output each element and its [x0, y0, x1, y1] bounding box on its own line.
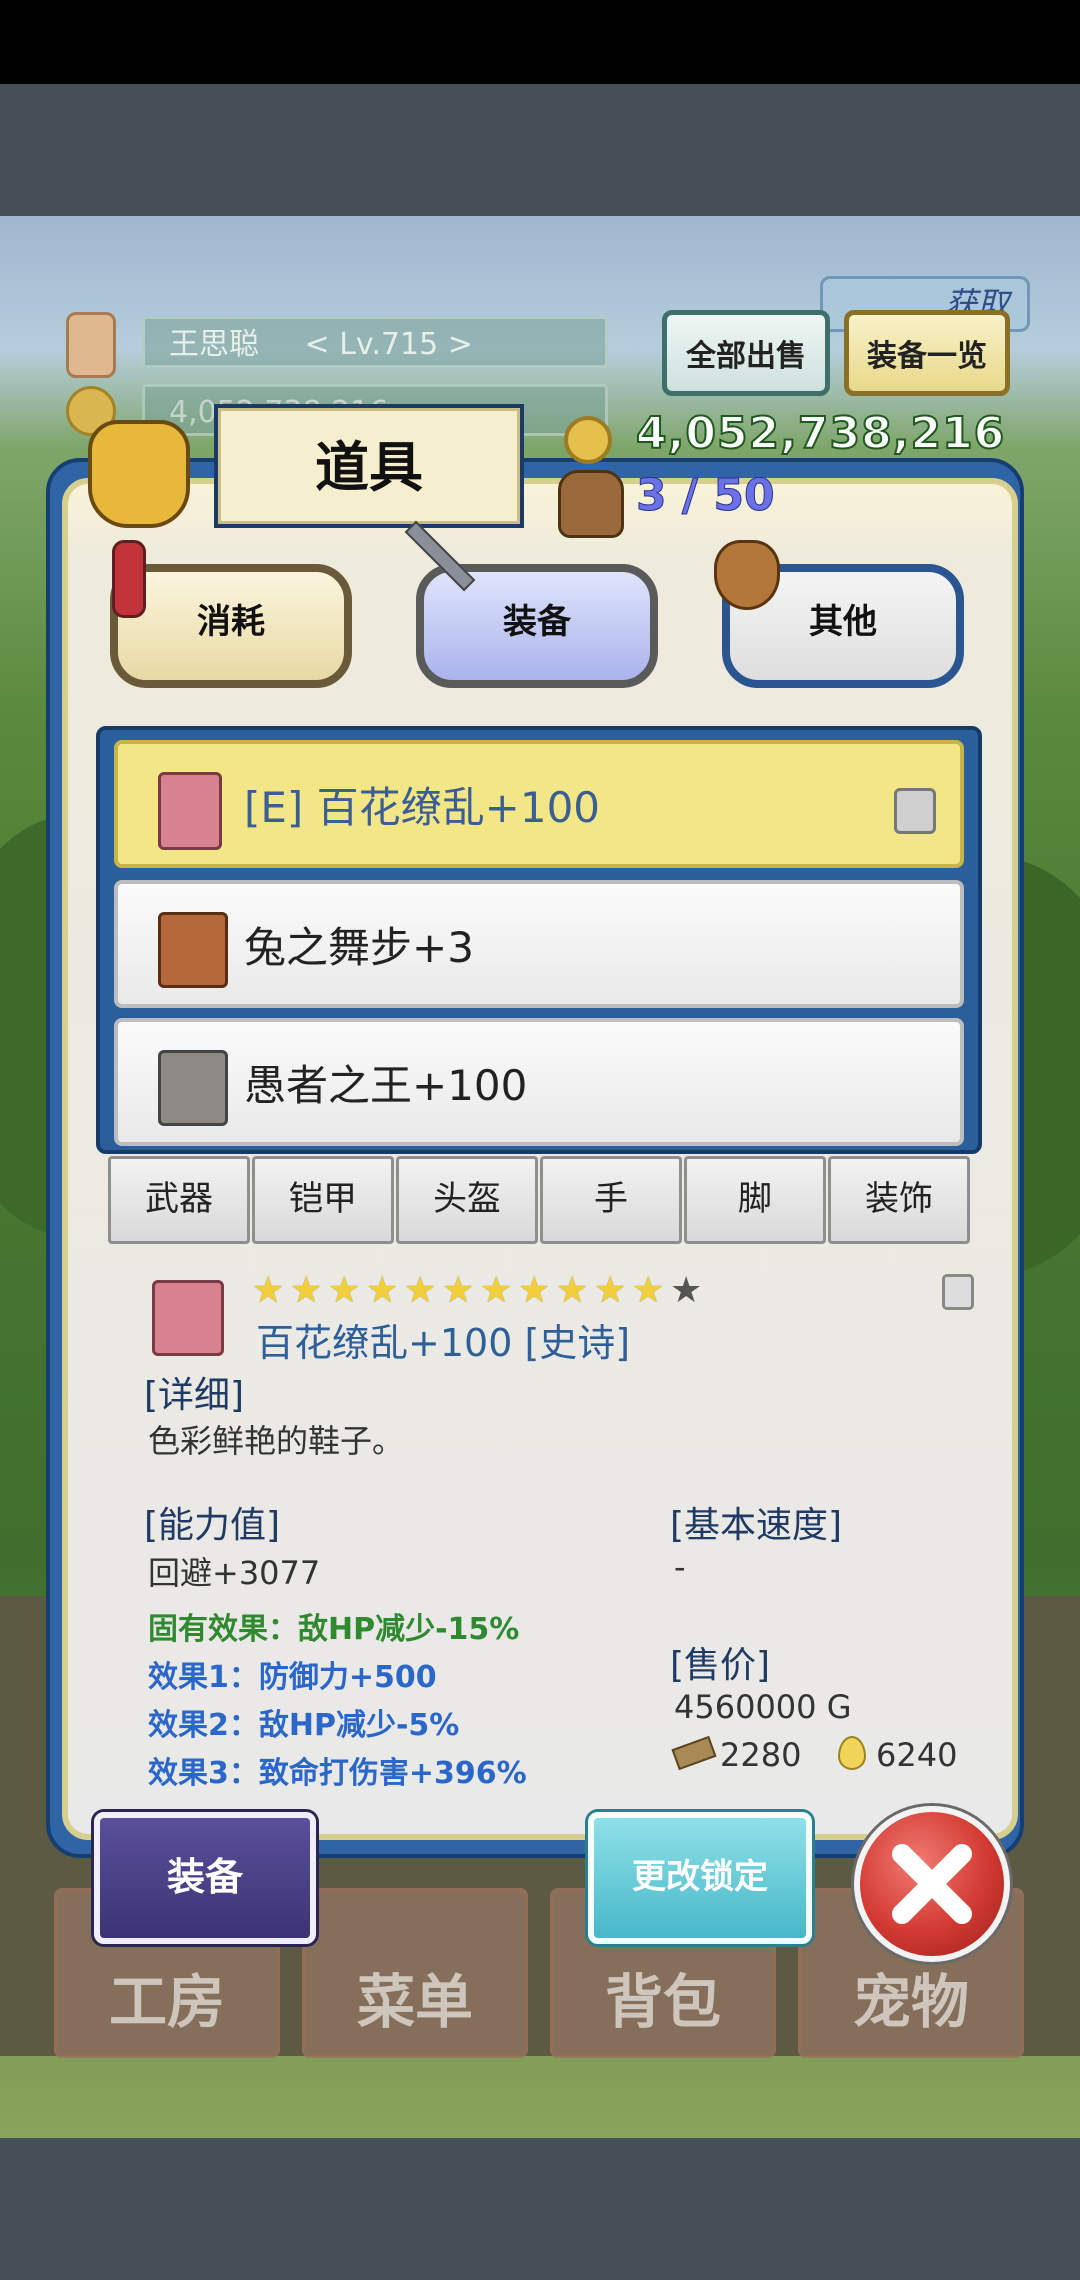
star-filled-icon: ★: [594, 1270, 627, 1311]
player-level: < Lv.715 >: [304, 327, 473, 362]
top-band: [0, 84, 1080, 216]
star-filled-icon: ★: [252, 1270, 285, 1311]
bottom-band: [0, 2138, 1080, 2280]
detail-heading: [详细]: [144, 1375, 245, 1416]
item-name: 愚者之王+100: [244, 1061, 528, 1110]
star-filled-icon: ★: [366, 1270, 399, 1311]
category-weapon[interactable]: 武器: [108, 1156, 250, 1244]
pouch-icon: [714, 540, 780, 610]
tab-consumable[interactable]: 消耗: [110, 564, 352, 688]
list-item[interactable]: 兔之舞步+3: [114, 880, 964, 1008]
player-info-bar: 王思聪 < Lv.715 >: [142, 316, 608, 368]
gold-coin-icon: [564, 416, 612, 464]
tab-equipment-label: 装备: [503, 602, 571, 642]
item-detail-icon: [152, 1280, 224, 1356]
category-hand[interactable]: 手: [540, 1156, 682, 1244]
ability-heading: [能力值]: [144, 1505, 281, 1546]
star-filled-icon: ★: [328, 1270, 361, 1311]
close-button[interactable]: [854, 1806, 1010, 1962]
star-filled-icon: ★: [480, 1270, 513, 1311]
drop-material-icon: [838, 1736, 866, 1770]
detail-lock-icon: [942, 1274, 974, 1310]
material-1-count: 2280: [720, 1736, 802, 1774]
effect-3: 效果3：致命打伤害+396%: [148, 1756, 527, 1791]
boots-icon-grey: [158, 1050, 228, 1126]
star-filled-icon: ★: [442, 1270, 475, 1311]
status-bar: [0, 0, 1080, 84]
item-description: 色彩鲜艳的鞋子。: [148, 1422, 405, 1460]
bag-icon: [88, 420, 190, 528]
category-helmet[interactable]: 头盔: [396, 1156, 538, 1244]
tab-equipment[interactable]: 装备: [416, 564, 658, 688]
boots-icon-brown: [158, 912, 228, 988]
list-item[interactable]: [E] 百花缭乱+100: [114, 740, 964, 868]
category-accessory[interactable]: 装饰: [828, 1156, 970, 1244]
detail-item-name: 百花缭乱+100 [史诗]: [256, 1321, 631, 1365]
equip-button[interactable]: 装备: [94, 1812, 316, 1944]
bag-capacity: 3 / 50: [636, 470, 776, 522]
star-filled-icon: ★: [518, 1270, 551, 1311]
lock-icon[interactable]: [894, 788, 936, 834]
category-foot[interactable]: 脚: [684, 1156, 826, 1244]
change-lock-button[interactable]: 更改锁定: [588, 1812, 812, 1944]
intrinsic-effect: 固有效果：敌HP减少-15%: [148, 1612, 520, 1647]
star-filled-icon: ★: [404, 1270, 437, 1311]
ability-value: 回避+3077: [148, 1554, 321, 1592]
nav-menu[interactable]: 菜单: [302, 1888, 528, 2058]
speed-value: -: [674, 1548, 686, 1586]
star-filled-icon: ★: [632, 1270, 665, 1311]
tab-consumable-label: 消耗: [197, 602, 265, 642]
gold-amount: 4,052,738,216: [635, 407, 1006, 460]
material-2-count: 6240: [876, 1736, 958, 1774]
star-empty-icon: ★: [670, 1270, 703, 1311]
price-value: 4560000 G: [674, 1688, 852, 1726]
tab-other-label: 其他: [809, 602, 877, 642]
category-armor[interactable]: 铠甲: [252, 1156, 394, 1244]
star-filled-icon: ★: [556, 1270, 589, 1311]
player-name: 王思聪: [169, 327, 259, 362]
boots-icon-pink: [158, 772, 222, 850]
price-heading: [售价]: [670, 1645, 771, 1686]
list-item[interactable]: 愚者之王+100: [114, 1018, 964, 1146]
player-avatar: [66, 312, 116, 378]
star-filled-icon: ★: [290, 1270, 323, 1311]
close-icon: [892, 1844, 972, 1924]
item-name: 兔之舞步+3: [244, 923, 474, 972]
sell-all-button[interactable]: 全部出售: [662, 310, 830, 396]
panel-title: 道具: [214, 404, 524, 528]
item-name: [E] 百花缭乱+100: [244, 783, 601, 832]
potion-icon: [112, 540, 146, 618]
equip-list-button[interactable]: 装备一览: [844, 310, 1010, 396]
effect-2: 效果2：敌HP减少-5%: [148, 1708, 460, 1743]
rarity-stars: ★ ★ ★ ★ ★ ★ ★ ★ ★ ★ ★ ★: [252, 1270, 708, 1314]
speed-heading: [基本速度]: [670, 1505, 843, 1546]
effect-1: 效果1：防御力+500: [148, 1660, 437, 1695]
backpack-icon: [558, 470, 624, 538]
